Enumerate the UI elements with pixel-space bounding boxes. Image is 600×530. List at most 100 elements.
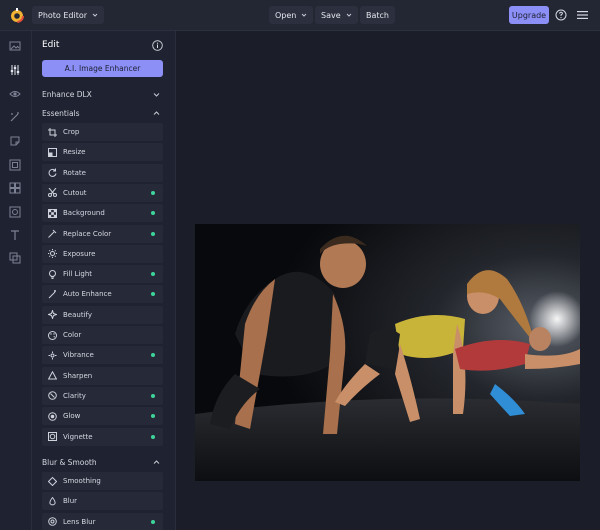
chevron-down-icon <box>92 13 98 17</box>
tool-label: Beautify <box>63 310 93 319</box>
tool-crop[interactable]: Crop <box>42 123 163 141</box>
premium-dot-icon <box>151 519 155 524</box>
tool-label: Vignette <box>63 432 93 441</box>
tool-smoothing[interactable]: Smoothing <box>42 472 163 490</box>
rotate-icon <box>48 168 57 177</box>
tool-label: Fill Light <box>63 270 93 279</box>
premium-dot-icon <box>151 211 155 216</box>
premium-dot-icon <box>151 353 155 358</box>
tool-resize[interactable]: Resize <box>42 143 163 162</box>
eye-icon[interactable] <box>9 88 21 100</box>
section-label: Blur & Smooth <box>42 457 97 467</box>
tool-label: Auto Enhance <box>63 290 112 299</box>
chevron-down-icon <box>346 13 351 17</box>
premium-dot-icon <box>151 414 155 419</box>
batch-label: Batch <box>366 10 389 20</box>
premium-dot-icon <box>151 190 155 195</box>
section-essentials[interactable]: Essentials <box>42 107 160 119</box>
checker-icon <box>48 208 57 218</box>
overlay-icon[interactable] <box>9 206 21 218</box>
triangle-icon <box>48 371 57 380</box>
info-icon[interactable] <box>152 40 163 51</box>
sliders-icon[interactable] <box>9 64 21 76</box>
tool-beautify[interactable]: Beautify <box>42 305 163 324</box>
layers-icon[interactable] <box>9 252 21 264</box>
tool-label: Lens Blur <box>63 517 96 526</box>
tool-rail <box>0 31 32 530</box>
app-logo-icon[interactable] <box>9 7 25 23</box>
tool-label: Cutout <box>63 188 87 197</box>
drop-icon <box>49 496 56 506</box>
help-icon[interactable] <box>555 9 567 21</box>
tool-auto-enhance[interactable]: Auto Enhance <box>42 285 163 304</box>
section-label: Enhance DLX <box>42 89 92 99</box>
app-switcher-label: Photo Editor <box>38 10 88 20</box>
frame-icon[interactable] <box>9 159 21 171</box>
glow-icon <box>48 411 57 421</box>
tool-vibrance[interactable]: Vibrance <box>42 346 163 365</box>
tool-fill-light[interactable]: Fill Light <box>42 265 163 284</box>
tool-replace-color[interactable]: Replace Color <box>42 224 163 243</box>
palette-icon <box>48 330 57 340</box>
tool-sharpen[interactable]: Sharpen <box>42 366 163 385</box>
vibrance-icon <box>48 351 57 360</box>
tool-label: Smoothing <box>63 477 101 485</box>
chevron-down-icon <box>302 13 307 17</box>
premium-dot-icon <box>151 393 155 398</box>
wand-icon <box>48 289 56 299</box>
resize-icon <box>48 147 57 157</box>
clarity-icon <box>48 391 57 401</box>
tool-label: Rotate <box>63 168 86 177</box>
image-icon[interactable] <box>9 40 21 52</box>
batch-button[interactable]: Batch <box>360 6 395 24</box>
chevron-up-icon <box>153 110 160 115</box>
magic-wand-icon[interactable] <box>9 111 21 123</box>
section-enhance-dlx[interactable]: Enhance DLX <box>42 88 160 100</box>
tool-label: Glow <box>63 412 81 421</box>
ai-image-enhancer-button[interactable]: A.I. Image Enhancer <box>42 60 163 77</box>
section-blur-smooth[interactable]: Blur & Smooth <box>42 456 160 468</box>
diamond-icon <box>48 476 57 486</box>
hamburger-menu-icon[interactable] <box>577 10 588 20</box>
tool-cutout[interactable]: Cutout <box>42 183 163 202</box>
tool-blur[interactable]: Blur <box>42 492 163 511</box>
bulb-icon <box>49 269 56 279</box>
tool-rotate[interactable]: Rotate <box>42 163 163 182</box>
scissors-icon <box>48 188 57 198</box>
tool-vignette[interactable]: Vignette <box>42 427 163 446</box>
premium-dot-icon <box>151 292 155 297</box>
tool-label: Blur <box>63 497 78 506</box>
tool-glow[interactable]: Glow <box>42 407 163 426</box>
tool-label: Clarity <box>63 391 86 400</box>
dropper-icon <box>48 229 57 238</box>
tool-lens-blur[interactable]: Lens Blur <box>42 512 163 530</box>
text-icon[interactable] <box>9 229 21 241</box>
premium-dot-icon <box>151 231 155 236</box>
top-bar: Photo Editor Open Save Batch Upgrade <box>0 0 600 31</box>
tool-color[interactable]: Color <box>42 326 163 344</box>
photo-image[interactable] <box>195 224 580 481</box>
tool-label: Sharpen <box>63 371 93 380</box>
sun-icon <box>48 249 57 259</box>
vignette-icon <box>48 432 57 441</box>
tool-label: Background <box>63 209 105 218</box>
lens-icon <box>48 517 57 526</box>
open-button[interactable]: Open <box>269 6 314 24</box>
save-button[interactable]: Save <box>315 6 358 24</box>
sticker-icon[interactable] <box>9 135 21 147</box>
premium-dot-icon <box>151 272 155 277</box>
premium-dot-icon <box>151 434 155 439</box>
app-switcher-dropdown[interactable]: Photo Editor <box>32 6 105 24</box>
upgrade-button[interactable]: Upgrade <box>509 6 549 24</box>
edit-panel: Edit A.I. Image Enhancer Enhance DLX Ess… <box>32 31 176 530</box>
editor-canvas[interactable] <box>176 31 600 530</box>
tool-background[interactable]: Background <box>42 204 163 223</box>
section-label: Essentials <box>42 108 80 118</box>
tool-label: Color <box>63 331 82 339</box>
tool-label: Crop <box>63 128 80 136</box>
tool-exposure[interactable]: Exposure <box>42 244 163 263</box>
chevron-down-icon <box>153 92 160 97</box>
tool-clarity[interactable]: Clarity <box>42 386 163 405</box>
save-label: Save <box>321 10 341 20</box>
collage-icon[interactable] <box>9 182 21 194</box>
